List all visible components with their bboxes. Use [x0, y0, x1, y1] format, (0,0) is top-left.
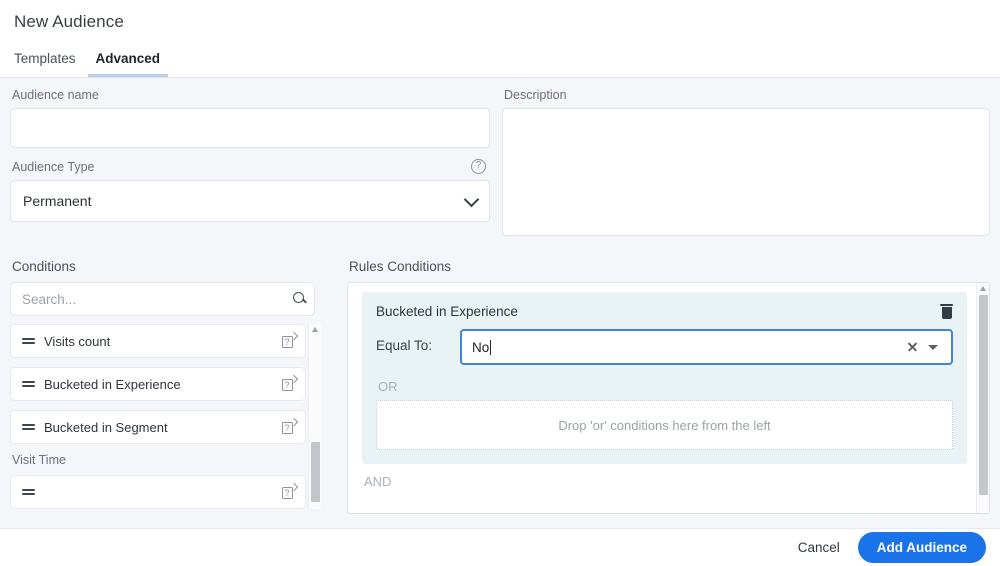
add-audience-button[interactable]: Add Audience: [857, 532, 986, 563]
audience-type-label-row: Audience Type ?: [12, 159, 490, 174]
rule-value-text: No: [472, 339, 490, 355]
tab-templates[interactable]: Templates: [6, 43, 84, 77]
trash-icon[interactable]: [940, 304, 953, 319]
rule-value-input[interactable]: No: [460, 329, 953, 365]
clear-x-icon[interactable]: [907, 341, 918, 352]
rule-card: Bucketed in Experience Equal To: No OR D…: [362, 292, 967, 464]
condition-item-partial[interactable]: ?: [10, 475, 306, 509]
cancel-button[interactable]: Cancel: [794, 534, 844, 561]
top-form: Audience name Audience Type ? Permanent: [0, 78, 1000, 241]
scroll-up-arrow-icon[interactable]: [312, 327, 318, 332]
rules-heading: Rules Conditions: [349, 259, 452, 274]
description-textarea[interactable]: [502, 108, 990, 236]
audience-type-label: Audience Type: [12, 159, 95, 174]
description-label-row: Description: [504, 88, 990, 102]
tab-bar: Templates Advanced: [0, 43, 1000, 78]
help-popout-icon[interactable]: ?: [282, 417, 299, 434]
dialog-body: Audience name Audience Type ? Permanent: [0, 78, 1000, 566]
search-icon[interactable]: [293, 292, 304, 303]
audience-type-value: Permanent: [23, 193, 92, 209]
help-popout-icon[interactable]: ?: [282, 374, 299, 391]
or-dropzone[interactable]: Drop 'or' conditions here from the left: [376, 400, 953, 450]
condition-label: Bucketed in Segment: [44, 419, 168, 435]
builder-panels: Conditions Visits count ?: [0, 241, 1000, 514]
rule-card-header: Bucketed in Experience: [376, 304, 953, 319]
help-popout-icon[interactable]: ?: [282, 482, 299, 499]
condition-item-visits-count[interactable]: Visits count ?: [10, 324, 306, 358]
caret-down-icon[interactable]: [928, 345, 938, 350]
conditions-search: [10, 282, 315, 316]
audience-name-input[interactable]: [10, 108, 490, 148]
rules-scrollbar[interactable]: [976, 283, 989, 513]
or-dropzone-text: Drop 'or' conditions here from the left: [558, 417, 771, 433]
drag-handle-icon[interactable]: [22, 423, 35, 432]
rule-title: Bucketed in Experience: [376, 304, 518, 319]
conditions-scrollbar[interactable]: [308, 324, 321, 509]
condition-group-visit-time: Visit Time: [12, 453, 66, 467]
audience-name-label-row: Audience name: [12, 88, 490, 102]
operator-label: Equal To:: [376, 338, 433, 353]
condition-item-bucketed-in-experience[interactable]: Bucketed in Experience ?: [10, 367, 306, 401]
or-label: OR: [378, 379, 398, 394]
new-audience-dialog: New Audience Templates Advanced Audience…: [0, 0, 1000, 566]
and-label: AND: [364, 474, 392, 489]
text-cursor: [490, 339, 492, 355]
description-label: Description: [504, 88, 567, 102]
condition-label: Bucketed in Experience: [44, 376, 181, 392]
drag-handle-icon[interactable]: [22, 488, 35, 497]
form-left-column: Audience name Audience Type ? Permanent: [10, 88, 490, 241]
dialog-footer: Cancel Add Audience: [0, 528, 1000, 566]
conditions-list-scroll: Visits count ? Bucketed in Experience ?: [10, 324, 335, 509]
dialog-titlebar: New Audience: [0, 0, 1000, 43]
page-title: New Audience: [14, 11, 124, 31]
audience-name-label: Audience name: [12, 88, 99, 102]
drag-handle-icon[interactable]: [22, 337, 35, 346]
tab-advanced[interactable]: Advanced: [87, 43, 169, 77]
help-circle-icon[interactable]: ?: [471, 159, 486, 174]
drag-handle-icon[interactable]: [22, 380, 35, 389]
scroll-up-arrow-icon[interactable]: [980, 286, 986, 291]
scrollbar-thumb[interactable]: [979, 295, 988, 495]
help-popout-icon[interactable]: ?: [282, 331, 299, 348]
condition-item-bucketed-in-segment[interactable]: Bucketed in Segment ?: [10, 410, 306, 444]
conditions-panel: Conditions Visits count ?: [10, 259, 335, 514]
rules-box: Bucketed in Experience Equal To: No OR D…: [347, 282, 990, 514]
conditions-heading: Conditions: [12, 259, 76, 274]
rule-operator-row: Equal To: No: [376, 329, 953, 365]
scrollbar-thumb[interactable]: [311, 442, 320, 502]
condition-label: Visits count: [44, 333, 111, 349]
audience-type-select-wrap: Permanent: [10, 180, 490, 222]
form-right-column: Description: [502, 88, 990, 241]
search-input[interactable]: [11, 283, 314, 315]
audience-type-select[interactable]: Permanent: [10, 180, 490, 222]
rules-panel: Rules Conditions Bucketed in Experience …: [347, 259, 990, 514]
